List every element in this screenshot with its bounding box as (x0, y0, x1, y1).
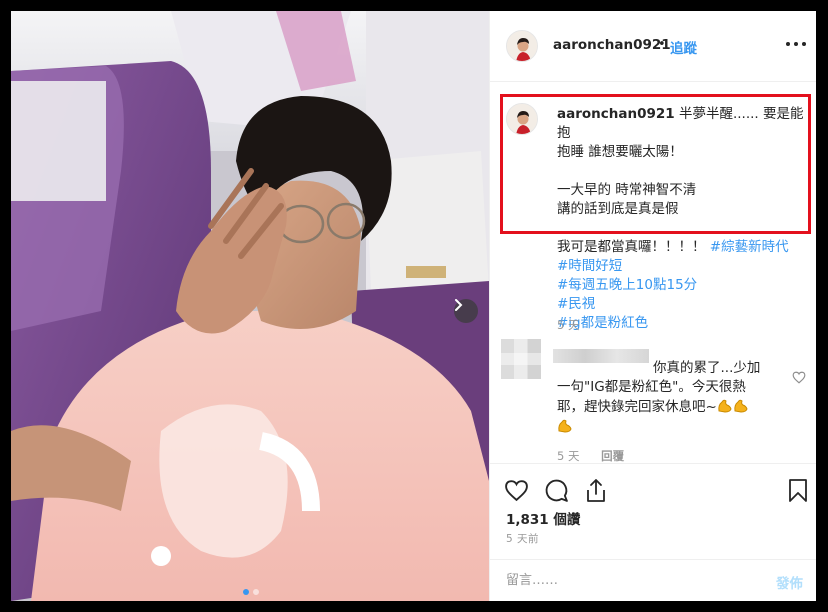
like-heart-icon[interactable] (502, 476, 530, 504)
save-bookmark-icon (789, 478, 807, 502)
carousel-dot (253, 589, 259, 595)
post-comment-button[interactable]: 發佈 (776, 572, 803, 592)
reply-button[interactable]: 回覆 (601, 449, 624, 463)
post-header: aaronchan0921 • 追蹤 (490, 11, 816, 82)
hashtag-link[interactable]: #ig都是粉紅色 (557, 314, 805, 333)
heart-icon (504, 479, 528, 501)
comment-line-2: 一句"IG都是粉紅色"。今天很熱 (557, 379, 746, 395)
avatar-image (507, 104, 537, 134)
caption-line-4: 講的話到底是真是假 (557, 201, 679, 217)
carousel-dot-active (243, 589, 249, 595)
hashtag-link[interactable]: #民視 (557, 295, 805, 314)
post-photo[interactable] (11, 11, 489, 601)
comment-timestamp[interactable]: 5 天 (557, 449, 579, 463)
avatar[interactable] (506, 30, 538, 62)
more-options-icon[interactable] (786, 36, 806, 52)
flexed-biceps-emoji-icon (558, 419, 572, 433)
comment-text: 你真的累了...少加 一句"IG都是粉紅色"。今天很熱 耶，趕快錄完回家休息吧~ (557, 359, 767, 437)
add-comment-bar: 發佈 (490, 559, 816, 601)
caption-text: aaronchan0921 半夢半醒...... 要是能抱 抱睡 誰想要曬太陽！… (557, 105, 805, 333)
comment-like-heart-icon[interactable] (792, 371, 806, 384)
carousel-indicator (243, 589, 259, 595)
share-icon[interactable] (582, 476, 610, 504)
caption-line-3: 一大早的 時常神智不清 (557, 182, 697, 198)
comment-input[interactable] (506, 569, 756, 591)
follow-button[interactable]: 追蹤 (670, 37, 697, 57)
caption-line-5: 我可是都當真囉！！！！ (557, 239, 710, 255)
blurred-avatar (501, 339, 541, 379)
header-separator: • (658, 37, 666, 52)
hashtag-link[interactable]: #綜藝新時代 (710, 239, 789, 255)
action-bar (490, 463, 816, 512)
post-time[interactable]: 5 天前 (506, 531, 539, 546)
post-modal: aaronchan0921 • 追蹤 aaronchan0921 半夢半醒...… (11, 11, 816, 601)
upload-share-icon (587, 478, 605, 502)
caption-timestamp[interactable]: 5 天 (557, 317, 579, 333)
hashtag-link[interactable]: #每週五晚上10點15分 (557, 276, 805, 295)
flexed-biceps-emoji-icon (718, 399, 748, 413)
bookmark-icon[interactable] (784, 476, 812, 504)
caption-line-2: 抱睡 誰想要曬太陽！ (557, 144, 683, 160)
comment-line-3: 耶，趕快錄完回家休息吧~ (557, 399, 717, 415)
next-photo-button[interactable] (454, 299, 478, 323)
post-caption: aaronchan0921 半夢半醒...... 要是能抱 抱睡 誰想要曬太陽！… (490, 81, 816, 333)
avatar-image (507, 31, 537, 61)
speech-bubble-icon (545, 479, 568, 502)
post-author-username[interactable]: aaronchan0921 (553, 37, 671, 53)
caption-avatar[interactable] (506, 103, 538, 135)
like-count[interactable]: 1,831 個讚 (506, 508, 580, 528)
chevron-right-icon (455, 299, 463, 311)
photo-illustration (11, 11, 489, 601)
caption-username[interactable]: aaronchan0921 (557, 106, 675, 122)
hashtag-link[interactable]: #時間好短 (557, 257, 805, 276)
comment-line-1: 你真的累了...少加 (653, 360, 761, 376)
comment-icon[interactable] (542, 476, 570, 504)
comment-item: 你真的累了...少加 一句"IG都是粉紅色"。今天很熱 耶，趕快錄完回家休息吧~… (490, 333, 816, 463)
post-details-panel: aaronchan0921 • 追蹤 aaronchan0921 半夢半醒...… (489, 11, 816, 601)
comment-meta: 5 天 回覆 (557, 448, 624, 464)
